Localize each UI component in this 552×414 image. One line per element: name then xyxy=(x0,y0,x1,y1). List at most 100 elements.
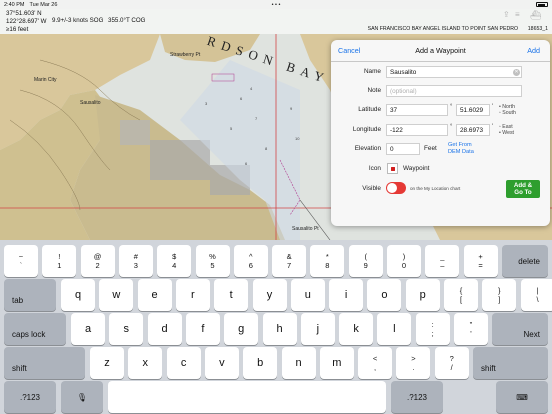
name-field[interactable]: Sausalito xyxy=(386,66,522,78)
key-][interactable]: }] xyxy=(482,279,517,311)
key-d[interactable]: d xyxy=(147,313,182,345)
key-base-symbol: – xyxy=(440,261,445,270)
key-g[interactable]: g xyxy=(224,313,259,345)
key-3[interactable]: #3 xyxy=(118,245,153,277)
note-field[interactable]: (optional) xyxy=(386,85,522,97)
key-–[interactable]: _ – xyxy=(425,245,460,277)
key-o[interactable]: o xyxy=(367,279,402,311)
latitude-degrees-field[interactable]: 37 xyxy=(386,104,448,116)
get-dem-data-link[interactable]: Get From DEM Data xyxy=(448,142,474,155)
key-punct-0[interactable]: :; xyxy=(415,313,450,345)
svg-text:10: 10 xyxy=(295,136,300,141)
key-shift-symbol: } xyxy=(498,286,501,295)
key-base-symbol: 0 xyxy=(401,261,407,270)
key-h[interactable]: h xyxy=(262,313,297,345)
key-9[interactable]: (9 xyxy=(348,245,383,277)
space-key[interactable] xyxy=(108,381,386,413)
boat-icon[interactable]: ⛴ xyxy=(530,10,544,20)
clear-icon[interactable]: ✕ xyxy=(513,68,520,76)
key-=[interactable]: + = xyxy=(463,245,498,277)
key-base-symbol: \ xyxy=(536,295,539,304)
longitude-readout: 122°28.697' W xyxy=(6,18,47,25)
keyboard-dismiss-icon[interactable]: ⌨ xyxy=(496,381,548,413)
key-base-symbol: 5 xyxy=(210,261,215,270)
share-icon[interactable]: ⇪ xyxy=(503,10,512,19)
key-[[interactable]: {[ xyxy=(444,279,478,311)
key-v[interactable]: v xyxy=(204,347,239,379)
cancel-button[interactable]: Cancel xyxy=(338,46,360,55)
strawberry-label: Strawberry Pt xyxy=(170,52,201,58)
key-\[interactable]: | \ xyxy=(520,279,552,311)
key-base-symbol: . xyxy=(412,363,415,372)
key-shift-symbol: _ xyxy=(440,252,445,261)
key-shift-symbol: ! xyxy=(58,252,61,261)
key-r[interactable]: r xyxy=(175,279,210,311)
key-m[interactable]: m xyxy=(319,347,354,379)
dem-data-text: DEM Data xyxy=(448,148,474,155)
key-y[interactable]: y xyxy=(252,279,287,311)
minute-symbol: ' xyxy=(492,104,494,110)
shift-key-right[interactable]: shift xyxy=(473,347,548,379)
key-f[interactable]: f xyxy=(185,313,220,345)
caps-lock-key[interactable]: caps lock xyxy=(4,313,66,345)
key-t[interactable]: t xyxy=(214,279,249,311)
next-key[interactable]: Next xyxy=(492,313,548,345)
latitude-minutes-field[interactable]: 51.6029 xyxy=(456,104,490,116)
key-punct4-1[interactable]: >. xyxy=(396,347,431,379)
key-w[interactable]: w xyxy=(99,279,134,311)
key-punct-1[interactable]: " ' xyxy=(454,313,488,345)
key-8[interactable]: * 8 xyxy=(310,245,345,277)
key-u[interactable]: u xyxy=(290,279,325,311)
key-2[interactable]: @2 xyxy=(80,245,115,277)
tab-key[interactable]: tab xyxy=(4,279,56,311)
chart-name: SAN FRANCISCO BAY ANGEL ISLAND TO POINT … xyxy=(367,26,518,32)
menu-icon[interactable]: ≡ xyxy=(515,10,524,19)
waypoint-icon[interactable] xyxy=(387,163,398,174)
visible-toggle[interactable] xyxy=(386,182,406,194)
key-i[interactable]: i xyxy=(329,279,364,311)
key-q[interactable]: q xyxy=(61,279,95,311)
south-option[interactable]: ◦ South xyxy=(499,110,516,116)
key-p[interactable]: p xyxy=(405,279,440,311)
west-option[interactable]: • West xyxy=(499,130,514,136)
key-0[interactable]: ) 0 xyxy=(387,245,421,277)
north-south-selector[interactable]: • North ◦ South xyxy=(499,104,516,116)
key-1[interactable]: ! 1 xyxy=(42,245,77,277)
key-l[interactable]: l xyxy=(377,313,412,345)
key-shift-symbol: : xyxy=(431,320,434,329)
key-b[interactable]: b xyxy=(243,347,278,379)
shift-key-left[interactable]: shift xyxy=(4,347,85,379)
longitude-degrees-field[interactable]: -122 xyxy=(386,124,448,136)
key-base-symbol: ` xyxy=(19,261,23,270)
delete-key[interactable]: delete xyxy=(501,245,548,277)
key-6[interactable]: ^ 6 xyxy=(233,245,268,277)
add-button[interactable]: Add xyxy=(527,46,540,55)
key-a[interactable]: a xyxy=(71,313,105,345)
key-j[interactable]: j xyxy=(300,313,335,345)
microphone-icon[interactable]: 🎙 xyxy=(61,381,103,413)
key-k[interactable]: k xyxy=(339,313,374,345)
elevation-label: Elevation xyxy=(354,145,381,152)
key-e[interactable]: e xyxy=(137,279,172,311)
latitude-readout: 37°51.603' N xyxy=(6,10,42,17)
key-5[interactable]: % 5 xyxy=(195,245,230,277)
key-`[interactable]: ~ ` xyxy=(4,245,38,277)
key-n[interactable]: n xyxy=(281,347,316,379)
elevation-field[interactable]: 0 xyxy=(386,143,420,155)
key-x[interactable]: x xyxy=(128,347,163,379)
key-4[interactable]: $4 xyxy=(157,245,192,277)
longitude-minutes-field[interactable]: 28.6973 xyxy=(456,124,490,136)
add-and-go-to-button[interactable]: Add & Go To xyxy=(506,180,540,198)
cog-readout: 355.0°T COG xyxy=(108,17,146,24)
key-s[interactable]: s xyxy=(109,313,144,345)
key-7[interactable]: & 7 xyxy=(272,245,307,277)
key-punct4-2[interactable]: ? / xyxy=(434,347,469,379)
numbers-key-right[interactable]: .?123 xyxy=(391,381,443,413)
key-z[interactable]: z xyxy=(90,347,124,379)
key-c[interactable]: c xyxy=(166,347,201,379)
key-shift-symbol: { xyxy=(459,286,463,295)
east-west-selector[interactable]: ◦ East • West xyxy=(499,124,514,136)
key-shift-symbol: > xyxy=(411,354,416,363)
numbers-key-left[interactable]: .?123 xyxy=(4,381,56,413)
key-punct4-0[interactable]: <, xyxy=(358,347,393,379)
